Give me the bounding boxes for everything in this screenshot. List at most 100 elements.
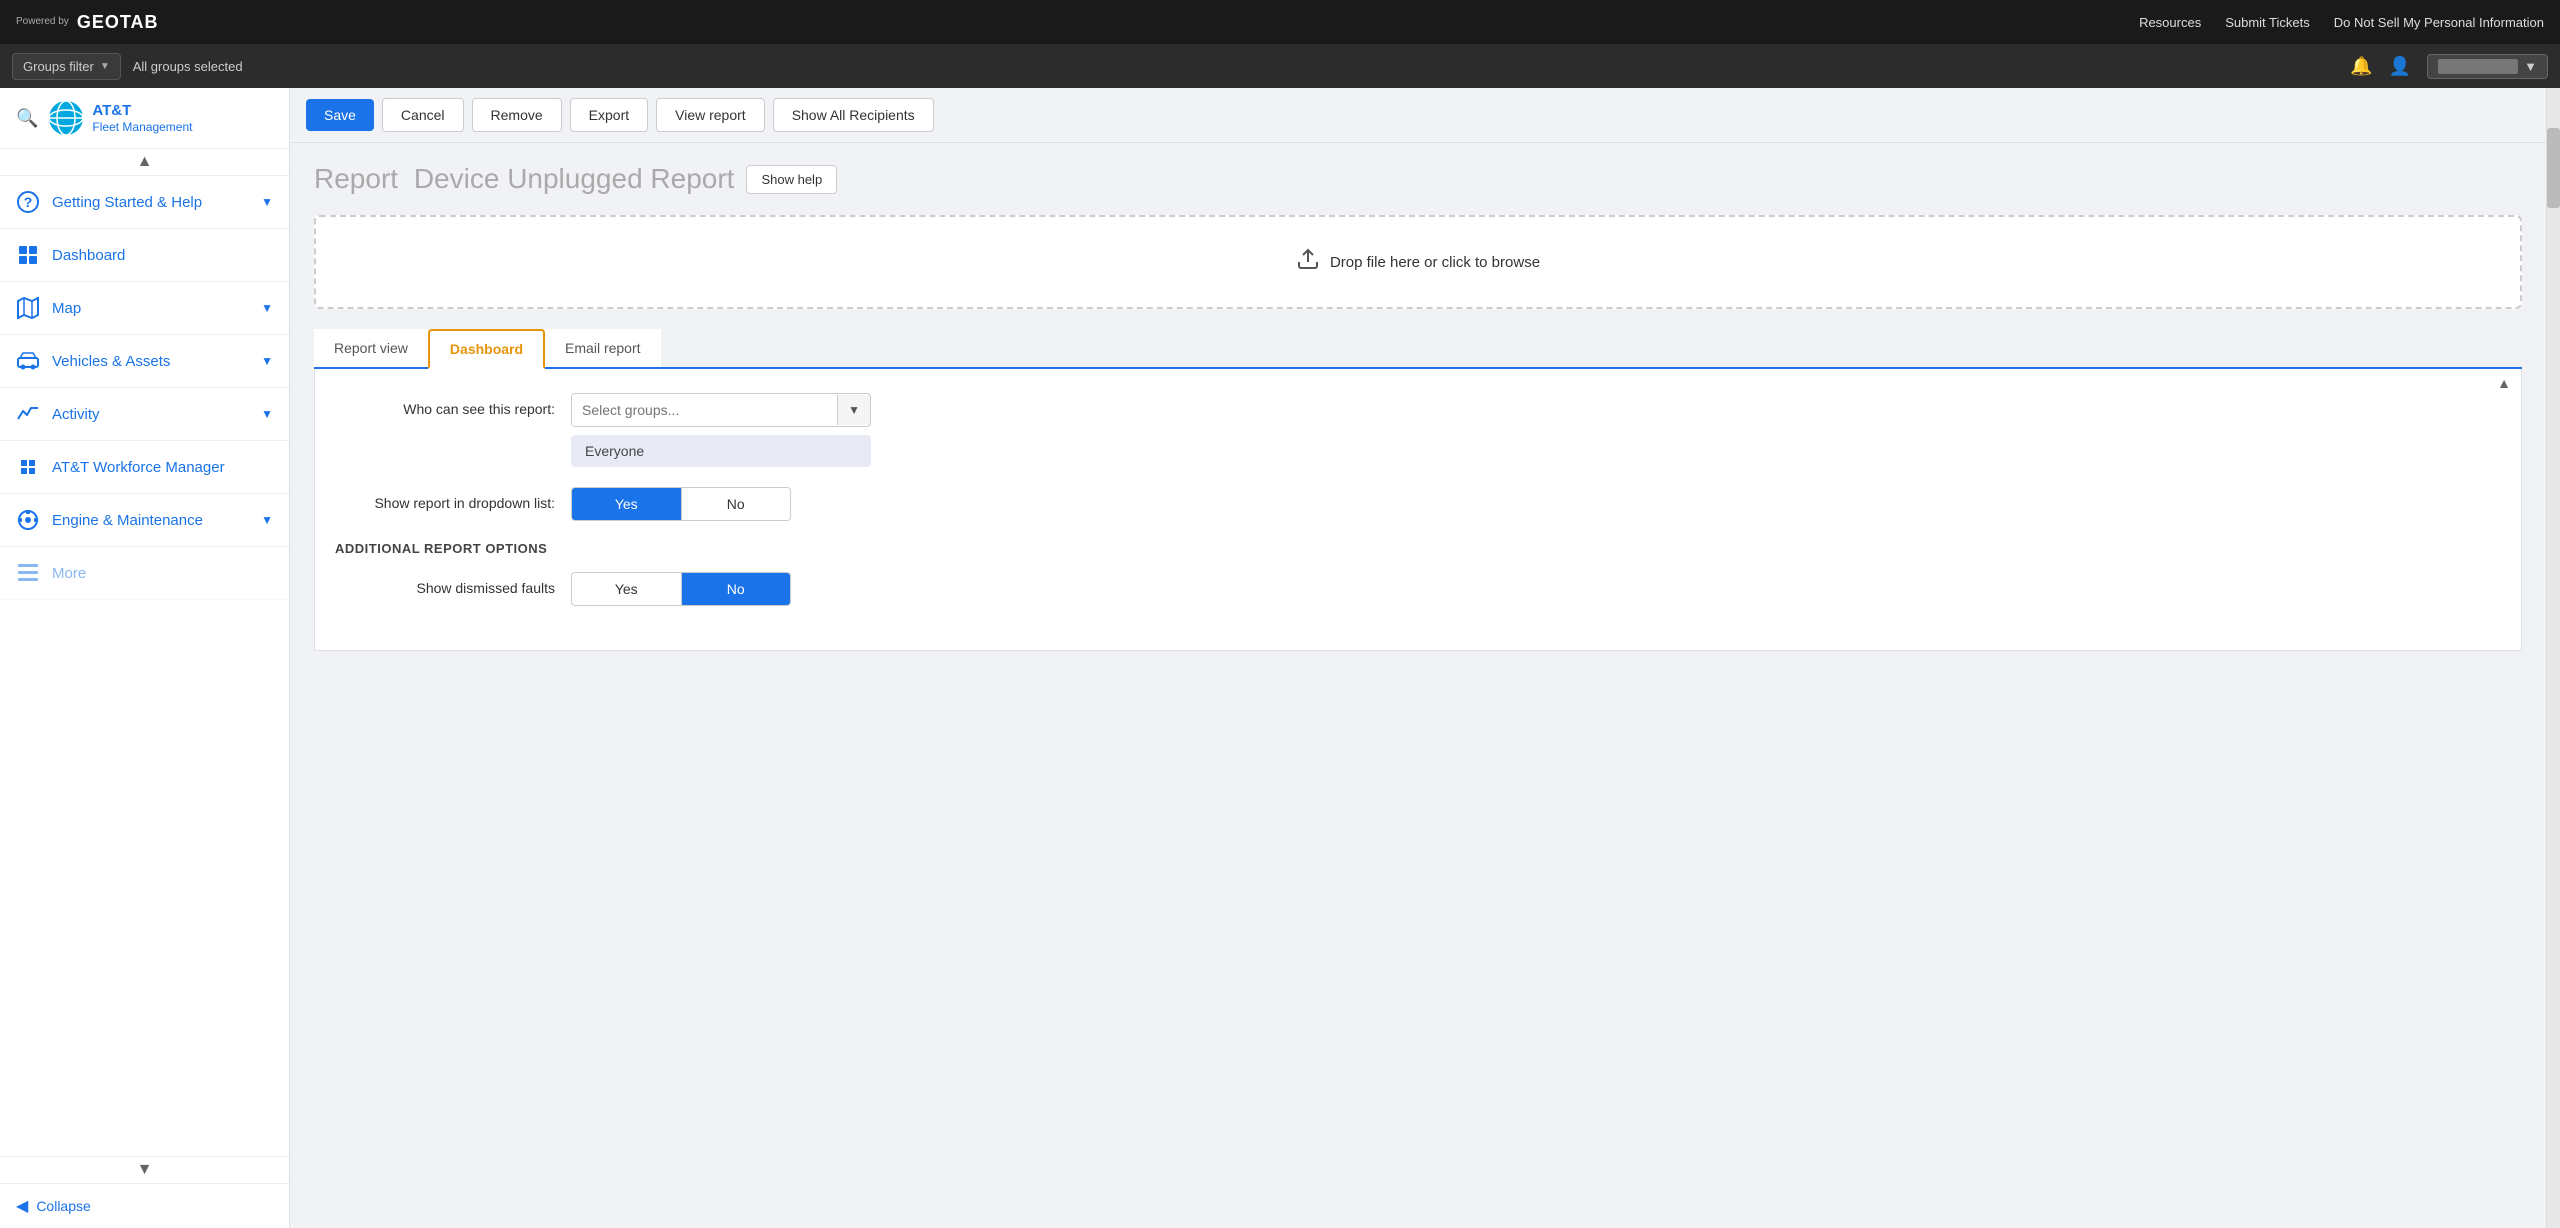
sidebar-item-label: Getting Started & Help <box>52 194 249 211</box>
map-icon <box>16 296 40 320</box>
tab-bar: Report view Dashboard Email report <box>314 329 2522 369</box>
show-dismissed-row: Show dismissed faults Yes No <box>335 572 2501 606</box>
show-dismissed-no-button[interactable]: No <box>682 573 791 605</box>
sidebar-item-more[interactable]: More <box>0 547 289 600</box>
sidebar-item-engine[interactable]: Engine & Maintenance ▼ <box>0 494 289 547</box>
sidebar-item-vehicles[interactable]: Vehicles & Assets ▼ <box>0 335 289 388</box>
who-can-see-label: Who can see this report: <box>335 393 555 417</box>
drop-zone-text: Drop file here or click to browse <box>1330 254 1540 271</box>
select-groups-input[interactable]: ▼ <box>571 393 871 427</box>
dashboard-icon <box>16 243 40 267</box>
geotab-logo: Powered by GEOTAB <box>16 12 158 33</box>
tab-report-view[interactable]: Report view <box>314 329 428 367</box>
top-nav-bar: Powered by GEOTAB Resources Submit Ticke… <box>0 0 2560 44</box>
sidebar-item-arrow-icon: ▼ <box>261 513 273 527</box>
remove-button[interactable]: Remove <box>472 98 562 132</box>
cancel-button[interactable]: Cancel <box>382 98 464 132</box>
more-icon <box>16 561 40 585</box>
save-button[interactable]: Save <box>306 99 374 131</box>
search-icon[interactable]: 🔍 <box>16 108 38 129</box>
show-dropdown-row: Show report in dropdown list: Yes No <box>335 487 2501 521</box>
groups-filter-arrow-icon: ▼ <box>100 61 110 72</box>
sidebar-item-arrow-icon: ▼ <box>261 195 273 209</box>
view-report-button[interactable]: View report <box>656 98 765 132</box>
att-logo-icon <box>48 100 84 136</box>
powered-by-text: Powered by <box>16 16 69 28</box>
sidebar-scroll-up-icon[interactable]: ▲ <box>0 149 289 176</box>
file-drop-zone[interactable]: Drop file here or click to browse <box>314 215 2522 309</box>
sidebar-item-workforce[interactable]: AT&T Workforce Manager <box>0 441 289 494</box>
tab-dashboard[interactable]: Dashboard <box>428 329 545 369</box>
show-dismissed-toggle: Yes No <box>571 572 791 606</box>
show-dismissed-yes-button[interactable]: Yes <box>572 573 682 605</box>
export-button[interactable]: Export <box>570 98 648 132</box>
resources-link[interactable]: Resources <box>2139 15 2201 30</box>
main-content: Save Cancel Remove Export View report Sh… <box>290 88 2546 1228</box>
sidebar-item-getting-started[interactable]: ? Getting Started & Help ▼ <box>0 176 289 229</box>
notification-bell-icon[interactable]: 🔔 <box>2350 56 2372 77</box>
engine-icon <box>16 508 40 532</box>
collapse-arrow-icon: ◀ <box>16 1196 28 1216</box>
report-name-text: Device Unplugged Report <box>414 163 735 194</box>
all-groups-text: All groups selected <box>133 59 243 74</box>
sidebar-item-label: More <box>52 565 273 582</box>
top-nav-links: Resources Submit Tickets Do Not Sell My … <box>2139 15 2544 30</box>
sidebar: 🔍 AT&T Fleet Management ▲ ? <box>0 88 290 1228</box>
tab-email-report[interactable]: Email report <box>545 329 660 367</box>
report-title-section: Report Device Unplugged Report Show help <box>314 163 2522 195</box>
sidebar-item-label: Map <box>52 300 249 317</box>
user-menu-arrow-icon: ▼ <box>2524 59 2537 74</box>
sidebar-item-label: Vehicles & Assets <box>52 353 249 370</box>
geotab-logo-text: GEOTAB <box>77 12 159 33</box>
show-dismissed-control: Yes No <box>571 572 1071 606</box>
upload-icon <box>1296 247 1320 277</box>
sidebar-scroll-down-icon[interactable]: ▼ <box>0 1156 289 1183</box>
groups-filter-label: Groups filter <box>23 59 94 74</box>
vehicles-icon <box>16 349 40 373</box>
workforce-icon <box>16 455 40 479</box>
content-area: Report Device Unplugged Report Show help… <box>290 143 2546 1228</box>
show-dropdown-toggle: Yes No <box>571 487 791 521</box>
activity-icon <box>16 402 40 426</box>
user-icon[interactable]: 👤 <box>2389 56 2411 77</box>
sidebar-header: 🔍 AT&T Fleet Management <box>0 88 289 149</box>
att-brand: AT&T Fleet Management <box>48 100 192 136</box>
brand-name-text: AT&T <box>92 102 192 120</box>
groups-bar: Groups filter ▼ All groups selected 🔔 👤 … <box>0 44 2560 88</box>
select-groups-arrow-icon[interactable]: ▼ <box>837 395 870 425</box>
who-can-see-row: Who can see this report: ▼ Everyone <box>335 393 2501 467</box>
brand-logo: Powered by GEOTAB <box>16 12 158 33</box>
show-dropdown-no-button[interactable]: No <box>682 488 791 520</box>
select-groups-field[interactable] <box>572 394 837 426</box>
main-layout: 🔍 AT&T Fleet Management ▲ ? <box>0 88 2560 1228</box>
panel-scroll-up-icon[interactable]: ▲ <box>2497 375 2511 391</box>
dashboard-panel: ▲ Who can see this report: ▼ Everyone Sh… <box>314 369 2522 651</box>
sidebar-item-label: Activity <box>52 406 249 423</box>
groups-filter-button[interactable]: Groups filter ▼ <box>12 53 121 80</box>
report-title-text: Report Device Unplugged Report <box>314 163 734 195</box>
show-dropdown-yes-button[interactable]: Yes <box>572 488 682 520</box>
main-scrollbar[interactable] <box>2546 88 2560 1228</box>
sidebar-item-map[interactable]: Map ▼ <box>0 282 289 335</box>
brand-sub-text: Fleet Management <box>92 120 192 134</box>
show-all-recipients-button[interactable]: Show All Recipients <box>773 98 934 132</box>
user-menu-button[interactable]: ▼ <box>2427 54 2548 79</box>
do-not-sell-link[interactable]: Do Not Sell My Personal Information <box>2334 15 2544 30</box>
getting-started-icon: ? <box>16 190 40 214</box>
show-help-button[interactable]: Show help <box>746 165 837 194</box>
collapse-label: Collapse <box>36 1198 90 1214</box>
sidebar-item-activity[interactable]: Activity ▼ <box>0 388 289 441</box>
show-dropdown-label: Show report in dropdown list: <box>335 487 555 511</box>
collapse-button[interactable]: ◀ Collapse <box>0 1183 289 1228</box>
sidebar-item-arrow-icon: ▼ <box>261 301 273 315</box>
who-can-see-control: ▼ Everyone <box>571 393 1071 467</box>
svg-text:?: ? <box>24 194 33 210</box>
main-scrollbar-thumb <box>2547 128 2560 208</box>
sidebar-nav: ? Getting Started & Help ▼ Dashboard Map… <box>0 176 289 1156</box>
sidebar-item-label: AT&T Workforce Manager <box>52 459 273 476</box>
submit-tickets-link[interactable]: Submit Tickets <box>2225 15 2310 30</box>
sidebar-item-dashboard[interactable]: Dashboard <box>0 229 289 282</box>
sidebar-item-arrow-icon: ▼ <box>261 354 273 368</box>
sidebar-item-label: Engine & Maintenance <box>52 512 249 529</box>
toolbar: Save Cancel Remove Export View report Sh… <box>290 88 2546 143</box>
